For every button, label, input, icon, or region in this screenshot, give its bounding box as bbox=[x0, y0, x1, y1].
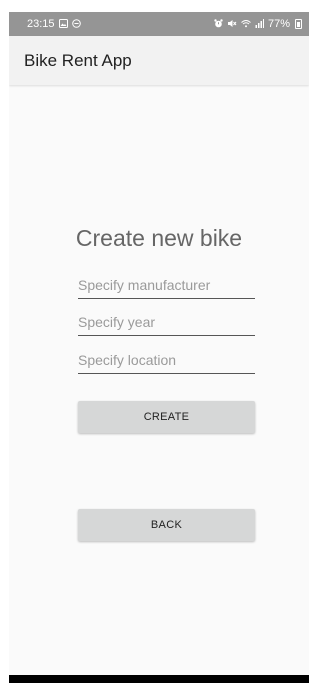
back-button[interactable]: BACK bbox=[78, 509, 255, 541]
phone-screen: 23:15 77% Bike Rent App Create new bike … bbox=[9, 12, 309, 683]
navigation-bar bbox=[9, 675, 309, 683]
battery-level: 77% bbox=[267, 18, 290, 30]
app-title: Bike Rent App bbox=[24, 50, 132, 70]
manufacturer-input[interactable] bbox=[78, 273, 255, 299]
wifi-icon bbox=[241, 19, 251, 30]
do-not-disturb-icon bbox=[71, 18, 81, 30]
status-time: 23:15 bbox=[27, 18, 55, 30]
status-bar-left: 23:15 bbox=[27, 18, 81, 30]
year-input[interactable] bbox=[78, 310, 255, 336]
create-button[interactable]: CREATE bbox=[78, 401, 255, 433]
battery-icon bbox=[295, 19, 302, 29]
mute-icon bbox=[227, 19, 237, 30]
app-bar: Bike Rent App bbox=[9, 36, 309, 85]
gallery-icon bbox=[58, 18, 68, 30]
location-input[interactable] bbox=[78, 348, 255, 374]
form-heading: Create new bike bbox=[75, 225, 243, 251]
status-bar: 23:15 77% bbox=[9, 12, 309, 36]
alarm-icon bbox=[214, 18, 223, 30]
status-bar-right: 77% bbox=[214, 18, 302, 30]
create-bike-form: Create new bike CREATE BACK bbox=[9, 85, 309, 675]
signal-icon bbox=[255, 18, 264, 30]
